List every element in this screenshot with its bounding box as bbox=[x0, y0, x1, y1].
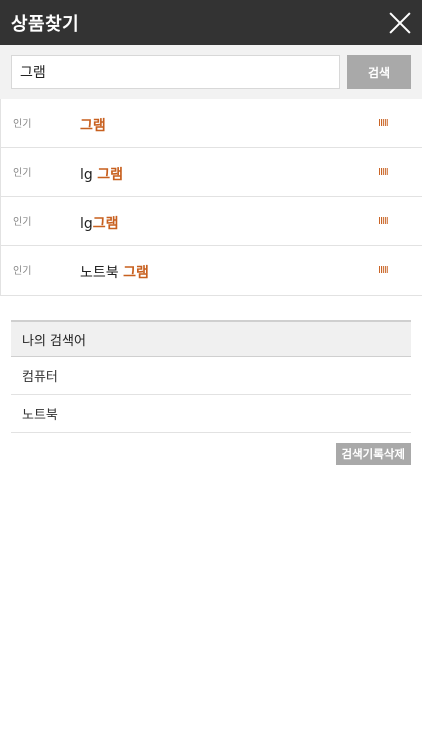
suggestion-list: 인기 그램 IIIII 인기 lg 그램 IIIII 인기 lg그램 IIIII… bbox=[0, 99, 422, 296]
history-item[interactable]: 컴퓨터 bbox=[11, 357, 411, 395]
search-history: 나의 검색어 컴퓨터 노트북 bbox=[11, 320, 411, 433]
popular-tag: 인기 bbox=[13, 168, 32, 179]
popularity-bars-icon: IIIII bbox=[378, 118, 389, 129]
popular-tag: 인기 bbox=[13, 266, 32, 277]
popularity-bars-icon: IIIII bbox=[378, 167, 389, 178]
popular-tag: 인기 bbox=[13, 217, 32, 228]
suggestion-highlight: 그램 bbox=[80, 118, 106, 134]
suggestion-highlight: 그램 bbox=[123, 265, 149, 281]
suggestion-item[interactable]: 인기 lg 그램 IIIII bbox=[1, 148, 422, 197]
popularity-bars-icon: IIIII bbox=[378, 265, 389, 276]
search-input[interactable] bbox=[11, 55, 340, 89]
close-icon[interactable] bbox=[388, 11, 412, 35]
delete-area: 검색기록삭제 bbox=[11, 443, 411, 465]
popularity-bars-icon: IIIII bbox=[378, 216, 389, 227]
suggestion-highlight: 그램 bbox=[97, 167, 123, 183]
header-bar: 상품찾기 bbox=[0, 0, 422, 45]
search-bar: 검색 bbox=[0, 45, 422, 99]
suggestion-text: 그램 bbox=[80, 115, 106, 135]
suggestion-text: lg그램 bbox=[80, 213, 119, 233]
search-button[interactable]: 검색 bbox=[347, 55, 411, 89]
suggestion-highlight: 그램 bbox=[92, 216, 119, 232]
suggestion-prefix: lg bbox=[80, 216, 93, 232]
suggestion-item[interactable]: 인기 그램 IIIII bbox=[1, 99, 422, 148]
suggestion-item[interactable]: 인기 lg그램 IIIII bbox=[1, 197, 422, 246]
history-item[interactable]: 노트북 bbox=[11, 395, 411, 433]
suggestion-text: 노트북 그램 bbox=[80, 262, 149, 282]
suggestion-text: lg 그램 bbox=[80, 164, 123, 184]
page-title: 상품찾기 bbox=[11, 13, 80, 35]
suggestion-prefix: lg bbox=[80, 167, 98, 183]
popular-tag: 인기 bbox=[13, 119, 32, 130]
history-title: 나의 검색어 bbox=[11, 320, 411, 357]
suggestion-item[interactable]: 인기 노트북 그램 IIIII bbox=[1, 246, 422, 295]
delete-history-button[interactable]: 검색기록삭제 bbox=[335, 443, 411, 465]
suggestion-prefix: 노트북 bbox=[80, 265, 124, 281]
